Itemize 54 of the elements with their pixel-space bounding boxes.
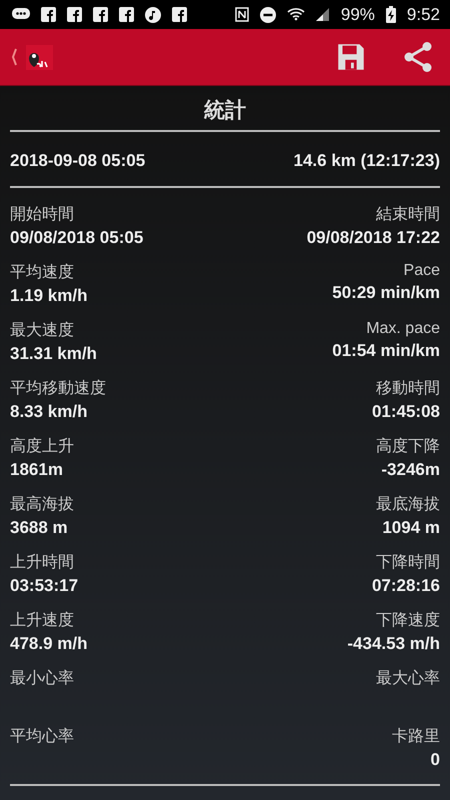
- facebook-icon: [41, 7, 56, 22]
- stat-label: 最大心率: [376, 668, 440, 689]
- stat-value: 1.19 km/h: [10, 286, 88, 306]
- stat-value: 01:45:08: [372, 402, 440, 422]
- facebook-icon: [67, 7, 82, 22]
- battery-percent: 99%: [340, 4, 375, 24]
- track-distance: 14.6 km (12:17:23): [294, 151, 440, 171]
- battery-charging-icon: [386, 6, 396, 23]
- signal-icon: [316, 8, 330, 21]
- stat-label: Pace: [404, 262, 440, 280]
- stat-label: Max. pace: [366, 320, 440, 338]
- stat-label: 平均心率: [10, 726, 74, 747]
- section-title: 統計: [10, 86, 440, 132]
- stat-label: 開始時間: [10, 204, 74, 225]
- chat-icon: [12, 8, 30, 21]
- stat-label: 最大速度: [10, 320, 74, 341]
- wifi-icon: [286, 6, 305, 22]
- track-date: 2018-09-08 05:05: [10, 151, 146, 171]
- stat-value: 01:54 min/km: [332, 341, 440, 361]
- stat-label: 最小心率: [10, 668, 74, 689]
- stat-value: 07:28:16: [372, 576, 440, 596]
- stat-value: 1861m: [10, 460, 63, 480]
- stat-label: 平均速度: [10, 262, 74, 283]
- stat-label: 最底海拔: [376, 494, 440, 515]
- music-note-icon: [145, 6, 161, 22]
- stat-label: 卡路里: [392, 726, 440, 747]
- stat-label: 上升速度: [10, 610, 74, 631]
- stat-label: 下降速度: [376, 610, 440, 631]
- stat-value: -434.53 m/h: [347, 634, 440, 654]
- stat-value: 50:29 min/km: [332, 283, 440, 303]
- stat-value: 09/08/2018 05:05: [10, 228, 144, 248]
- stat-value: 8.33 km/h: [10, 402, 88, 422]
- nfc-icon: [234, 7, 249, 22]
- stat-label: 平均移動速度: [10, 378, 106, 399]
- stat-label: 上升時間: [10, 552, 74, 573]
- stat-label: 移動時間: [376, 378, 440, 399]
- stat-value: -3246m: [381, 460, 440, 480]
- stat-label: 最高海拔: [10, 494, 74, 515]
- stat-value: 31.31 km/h: [10, 344, 97, 364]
- do-not-disturb-icon: [260, 6, 276, 22]
- stat-label: 下降時間: [376, 552, 440, 573]
- stat-label: 結束時間: [376, 204, 440, 225]
- facebook-icon: [119, 7, 134, 22]
- stat-label: 高度下降: [376, 436, 440, 457]
- stat-value: 478.9 m/h: [10, 634, 88, 654]
- stat-value: 0: [430, 750, 440, 770]
- clock: 9:52: [406, 4, 440, 24]
- facebook-icon: [93, 7, 108, 22]
- stat-value: 09/08/2018 17:22: [306, 228, 440, 248]
- stat-value: 1094 m: [382, 518, 440, 538]
- stat-value: 03:53:17: [10, 576, 78, 596]
- stat-value: 3688 m: [10, 518, 68, 538]
- stat-label: 高度上升: [10, 436, 74, 457]
- facebook-icon: [172, 7, 187, 22]
